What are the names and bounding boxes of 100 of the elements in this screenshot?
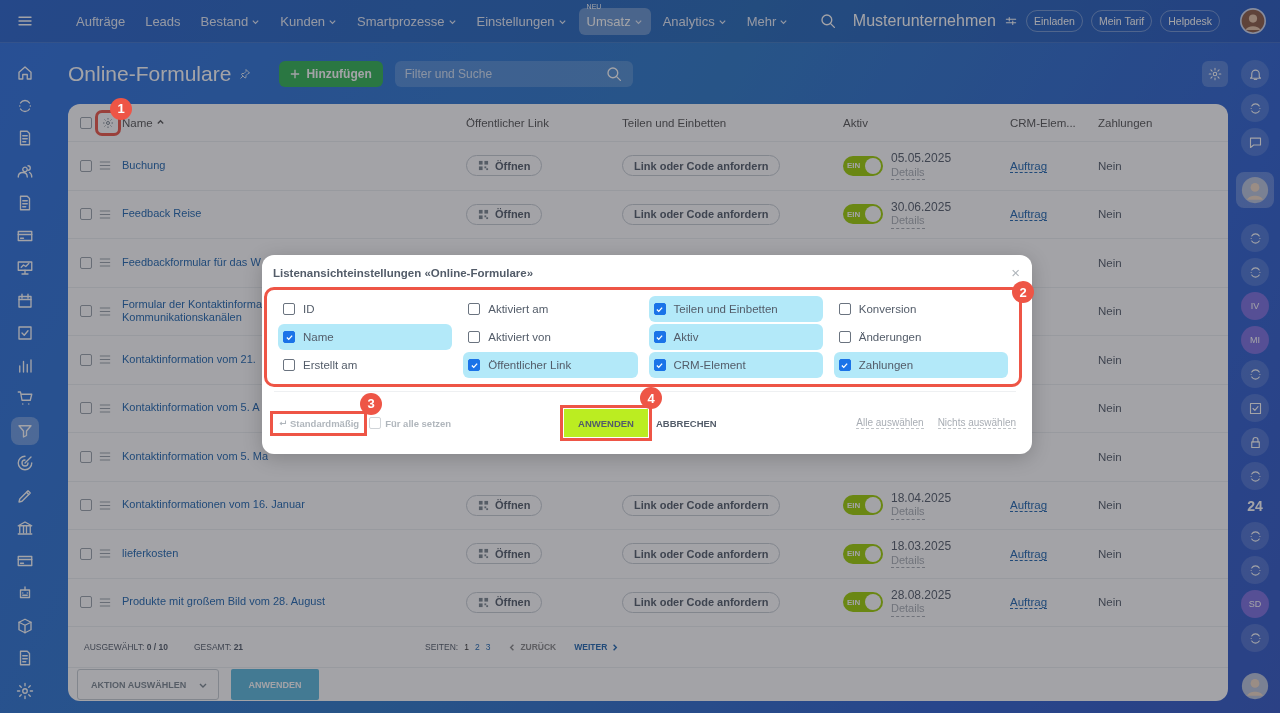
column-option[interactable]: Teilen und Einbetten [648, 296, 823, 322]
cancel-button[interactable]: ABBRECHEN [656, 417, 717, 429]
checkbox[interactable] [80, 353, 92, 366]
initials-avatar[interactable]: MI [1241, 326, 1269, 354]
column-header[interactable]: Zahlungen [1098, 116, 1153, 129]
payments-text: Nein [1098, 208, 1122, 221]
initials-avatar[interactable]: SD [1241, 590, 1269, 618]
form-name-link[interactable]: Buchung [122, 158, 466, 173]
company-name[interactable]: Musterunternehmen [852, 12, 996, 30]
drag-handle-icon[interactable] [99, 161, 111, 171]
add-button[interactable]: Hinzufügen [279, 61, 383, 87]
search-icon[interactable] [604, 65, 623, 83]
check-icon [655, 332, 664, 342]
date-text: 18.03.2025 [891, 539, 952, 554]
drag-handle-icon[interactable] [99, 306, 111, 316]
page-link[interactable]: 3 [485, 642, 491, 652]
checkbox[interactable] [80, 450, 92, 463]
drag-handle-icon[interactable] [99, 209, 111, 219]
counter-text: 24 [1247, 497, 1263, 516]
column-header[interactable]: Teilen und Einbetten [622, 116, 727, 129]
crm-link[interactable]: Auftrag [1010, 596, 1048, 610]
payments-text: Nein [1098, 450, 1122, 463]
qr-code-icon [478, 208, 489, 220]
checkbox[interactable] [80, 547, 92, 560]
qr-code-icon [478, 548, 489, 560]
nav-item[interactable]: Smartprozesse [349, 7, 465, 35]
drag-handle-icon[interactable] [99, 549, 111, 559]
checkbox[interactable] [80, 596, 92, 609]
pin-icon[interactable] [239, 68, 252, 80]
payments-text: Nein [1098, 547, 1122, 560]
drag-handle-icon[interactable] [99, 452, 111, 462]
drag-handle-icon[interactable] [99, 355, 111, 365]
initials-avatar[interactable]: IV [1241, 292, 1269, 320]
payments-text: Nein [1098, 256, 1122, 269]
qr-code-icon [478, 499, 489, 511]
sliders-icon[interactable] [1004, 14, 1018, 28]
user-avatar[interactable] [1240, 8, 1266, 34]
column-header[interactable]: CRM-Elem... [1010, 116, 1076, 129]
checkbox[interactable] [80, 159, 92, 172]
column-option[interactable]: Aktiviert von [463, 324, 638, 350]
crm-link[interactable]: Auftrag [1010, 499, 1048, 513]
nav-item[interactable]: Einstellungen [468, 7, 575, 35]
checkbox[interactable] [80, 208, 92, 221]
checkbox[interactable] [80, 256, 92, 269]
next-link[interactable]: WEITER [574, 642, 620, 652]
form-name-link[interactable]: Feedback Reise [122, 207, 466, 222]
column-option[interactable]: Zahlungen [833, 352, 1008, 378]
column-option[interactable]: Erstellt am [278, 352, 453, 378]
callout-badge: 1 [110, 97, 132, 120]
form-name-link[interactable]: Kontaktinformationen vom 16. Januar [122, 498, 466, 513]
drag-handle-icon[interactable] [99, 500, 111, 510]
crm-link[interactable]: Auftrag [1010, 159, 1048, 173]
column-option[interactable]: Name [278, 324, 453, 350]
action-dropdown[interactable]: AKTION AUSWÄHLEN [77, 669, 219, 700]
nav-item[interactable]: Aufträge [68, 7, 134, 35]
nav-item[interactable]: Analytics [654, 7, 735, 35]
check-icon [655, 304, 664, 314]
nav-item[interactable]: Leads [137, 7, 189, 35]
crm-link[interactable]: Auftrag [1010, 547, 1048, 561]
close-button[interactable]: × [1011, 267, 1020, 279]
column-option[interactable]: Konversion [833, 296, 1008, 322]
checkbox[interactable] [80, 402, 92, 415]
checkbox[interactable] [80, 116, 92, 129]
checkbox[interactable] [80, 499, 92, 512]
callout-badge: 4 [640, 387, 662, 409]
page-link[interactable]: 1 [464, 642, 469, 652]
callout-badge: 2 [1012, 281, 1034, 303]
column-header[interactable]: Öffentlicher Link [466, 116, 549, 129]
page-link[interactable]: 2 [474, 642, 480, 652]
column-option[interactable]: Änderungen [833, 324, 1008, 350]
drag-handle-icon[interactable] [99, 258, 111, 268]
crm-link[interactable]: Auftrag [1010, 208, 1048, 222]
column-header[interactable]: Aktiv [843, 116, 868, 129]
search-icon[interactable] [818, 12, 837, 30]
select-none-link[interactable]: Nichts auswählen [937, 417, 1016, 429]
column-option[interactable]: ID [278, 296, 453, 322]
reset-default-button[interactable]: Standardmäßig [274, 414, 364, 432]
settings-icon [1208, 67, 1222, 81]
select-all-link[interactable]: Alle auswählen [856, 417, 924, 429]
nav-item[interactable]: Kunden [272, 7, 346, 35]
column-option[interactable]: Öffentlicher Link [463, 352, 638, 378]
column-option[interactable]: Aktiv [648, 324, 823, 350]
total-count: GESAMT: 21 [193, 642, 244, 652]
form-name-link[interactable]: lieferkosten [122, 546, 466, 561]
form-name-link[interactable]: Kontaktinformation vom 5. Ma [122, 449, 466, 464]
drag-handle-icon[interactable] [99, 597, 111, 607]
plus-icon [290, 69, 301, 79]
payments-text: Nein [1098, 353, 1122, 366]
checkbox[interactable] [80, 305, 92, 318]
set-for-all-checkbox[interactable]: Für alle setzen [369, 417, 452, 429]
date-text: 30.06.2025 [891, 199, 952, 215]
nav-item[interactable]: Bestand [192, 7, 269, 35]
date-text: 28.08.2025 [891, 587, 952, 603]
pages-label: SEITEN: [425, 642, 459, 652]
nav-item[interactable]: Mehr [738, 7, 797, 35]
drag-handle-icon[interactable] [99, 403, 111, 413]
form-name-link[interactable]: Produkte mit großem Bild vom 28. August [122, 595, 466, 610]
column-option[interactable]: Aktiviert am [463, 296, 638, 322]
column-option[interactable]: CRM-Element [648, 352, 823, 378]
payments-text: Nein [1098, 159, 1122, 172]
